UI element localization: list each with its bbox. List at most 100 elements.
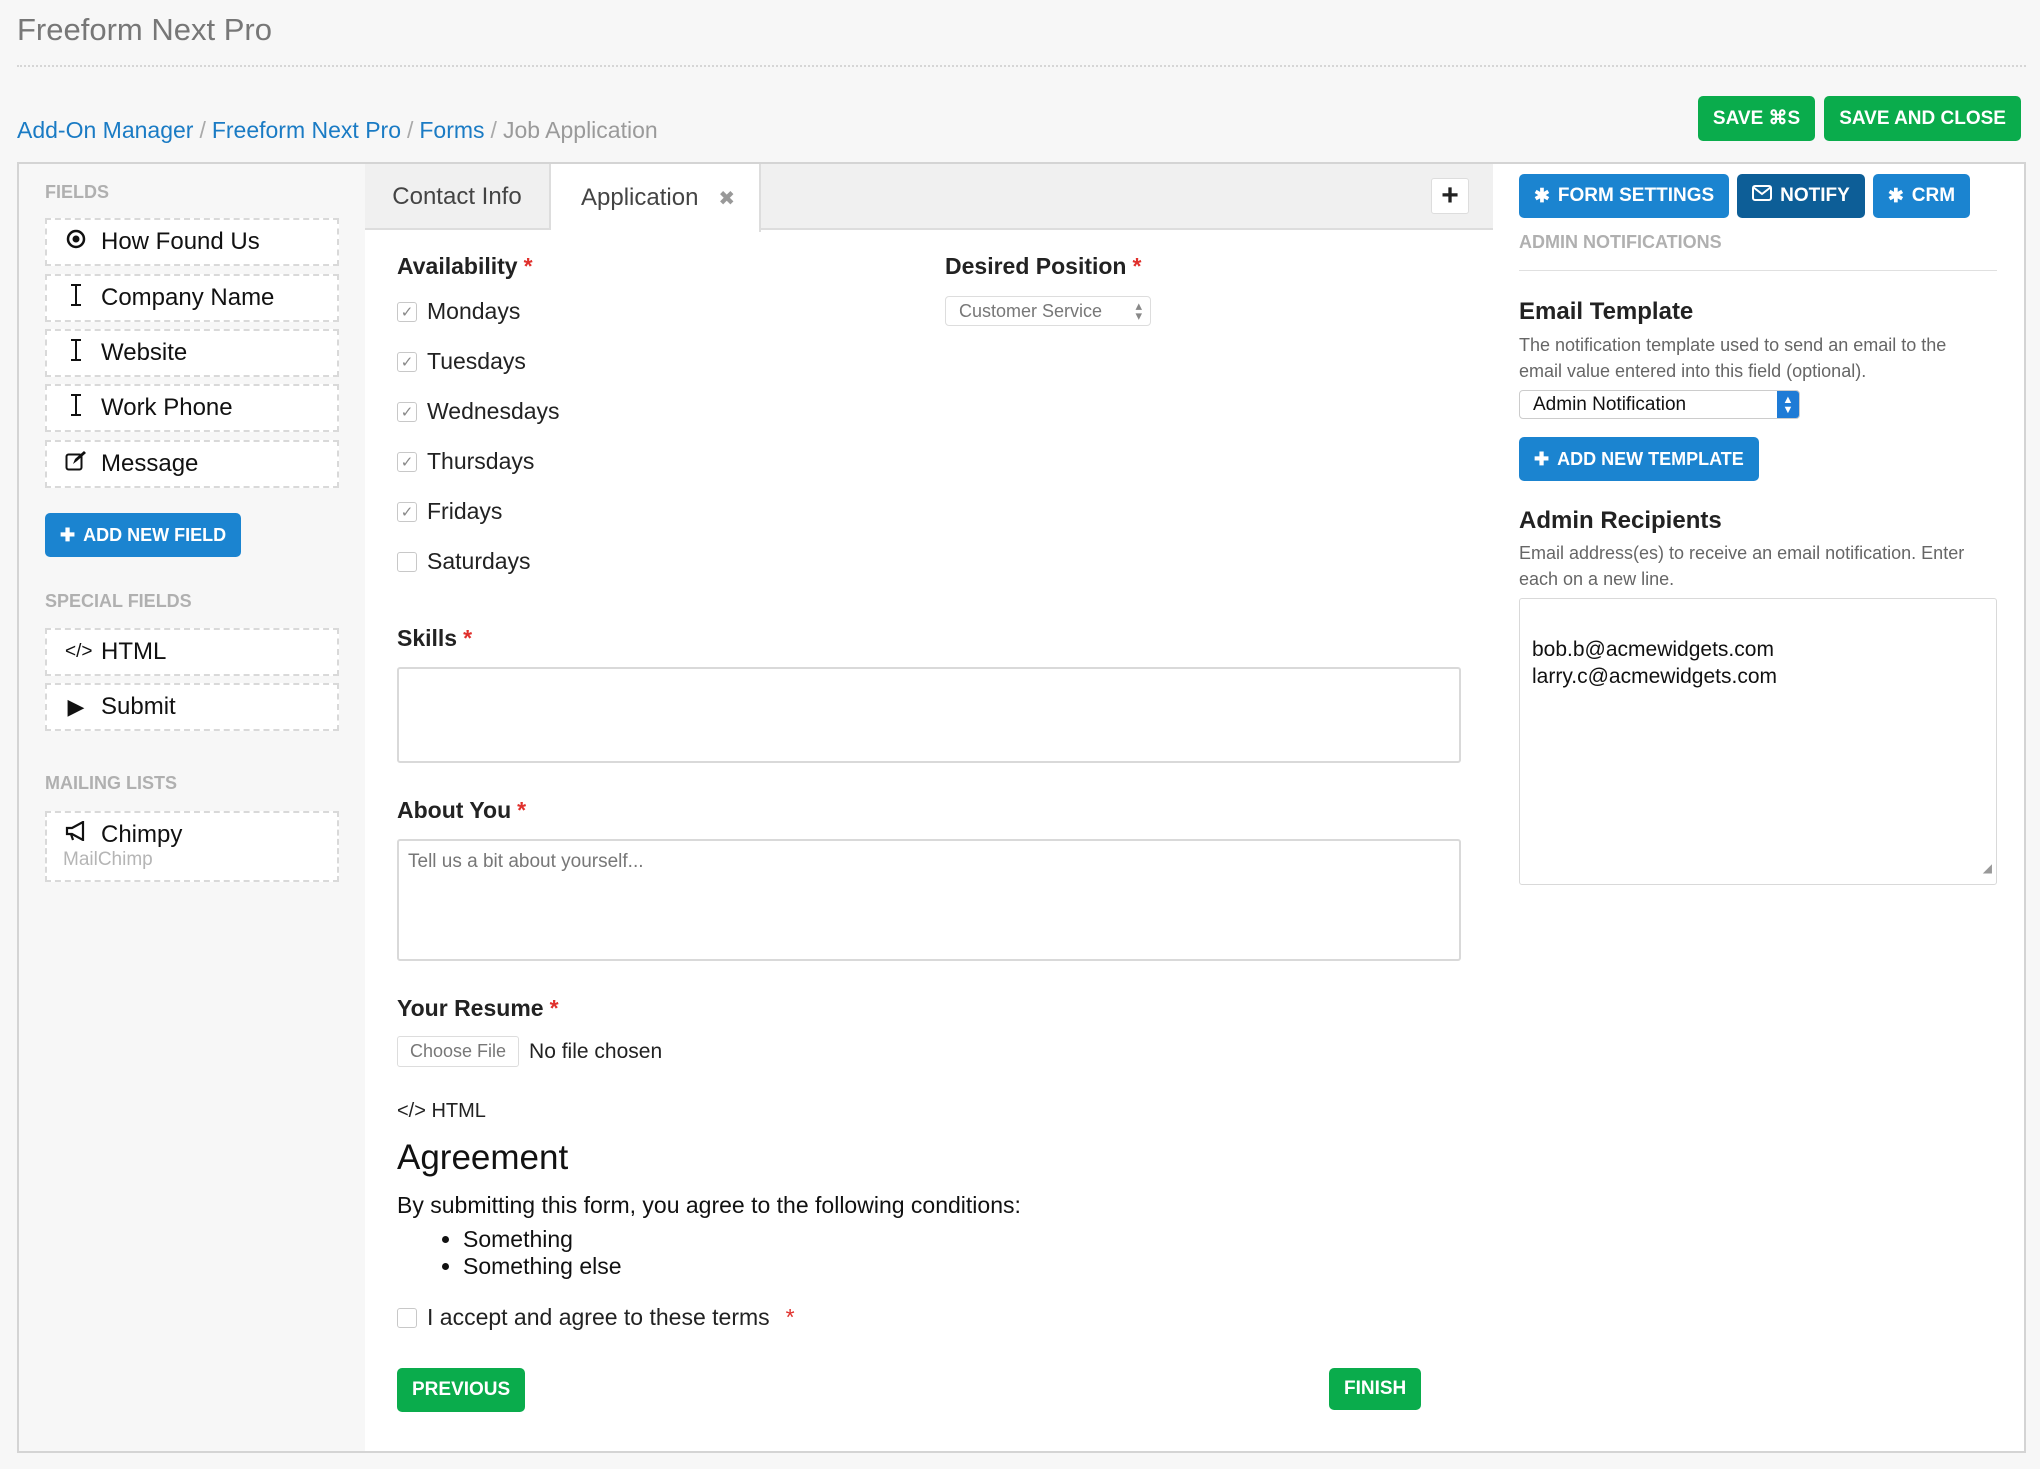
radio-icon [65,229,87,255]
admin-recipients-desc: Email address(es) to receive an email no… [1519,543,1965,589]
field-label: Work Phone [101,394,233,421]
availability-option[interactable]: ✓ Wednesdays [397,398,560,425]
breadcrumb-addon-manager[interactable]: Add-On Manager [17,117,193,143]
chevron-updown-icon: ▴ ▾ [1135,298,1142,323]
text-cursor-icon [65,393,87,423]
save-button[interactable]: SAVE ⌘S [1697,96,1816,141]
select-value: Admin Notification [1533,393,1687,415]
breadcrumb-forms[interactable]: Forms [419,117,484,143]
field-sublabel: MailChimp [63,849,153,870]
field-how-found-us[interactable]: How Found Us [45,218,339,266]
availability-option[interactable]: ✓ Tuesdays [397,348,526,375]
notify-tab[interactable]: NOTIFY [1737,174,1865,218]
required-marker: * [785,1304,795,1330]
field-submit[interactable]: ▶ Submit [45,683,339,731]
option-label: Tuesdays [427,348,526,374]
field-chimpy[interactable]: Chimpy MailChimp [45,811,339,882]
resize-grip-icon[interactable]: ◢ [1983,855,1992,882]
finish-button[interactable]: FINISH [1329,1368,1422,1410]
text-cursor-icon [65,338,87,368]
tab-application[interactable]: Application ✖ [551,164,761,232]
required-marker: * [517,797,527,823]
field-label: Chimpy [101,821,183,848]
availability-option[interactable]: ✓ Mondays [397,298,520,325]
crm-tab[interactable]: ✱ CRM [1872,174,1971,218]
checkbox-checked[interactable]: ✓ [397,351,417,372]
email-template-title: Email Template [1519,298,1694,325]
availability-option[interactable]: ✓ Fridays [397,498,502,525]
agreement-text: By submitting this form, you agree to th… [397,1192,1021,1218]
agreement-title: Agreement [397,1138,569,1177]
title-divider [17,65,2026,67]
file-status: No file chosen [529,1039,663,1063]
recipients-value: bob.b@acmewidgets.com larry.c@acmewidget… [1532,638,1777,688]
special-fields-label: SPECIAL FIELDS [45,591,192,611]
field-html[interactable]: </> HTML [45,628,339,676]
field-label: Message [101,450,199,477]
select-value: Customer Service [959,300,1103,321]
fields-section-label: FIELDS [45,182,110,202]
tab-label: Application [581,184,699,211]
list-item: Something else [463,1253,622,1280]
tab-label: Contact Info [392,183,522,210]
field-label: Company Name [101,284,275,311]
add-new-field-button[interactable]: ✚ ADD NEW FIELD [45,513,242,557]
required-marker: * [523,253,533,279]
skills-input[interactable] [397,667,1461,763]
availability-option[interactable]: Saturdays [397,548,531,575]
edit-icon [65,451,87,477]
field-label: HTML [101,638,167,665]
desired-position-select[interactable]: Customer Service ▴ ▾ [945,296,1151,326]
button-label: ADD NEW FIELD [83,524,227,545]
about-you-textarea[interactable]: Tell us a bit about yourself... [397,839,1461,961]
checkbox-checked[interactable]: ✓ [397,301,417,322]
desired-position-label: Desired Position * [945,253,1142,279]
add-page-button[interactable]: + [1431,178,1469,214]
required-marker: * [1132,253,1142,279]
checkbox-checked[interactable]: ✓ [397,501,417,522]
mailing-lists-label: MAILING LISTS [45,773,177,793]
button-label: FORM SETTINGS [1557,185,1715,206]
checkbox-unchecked[interactable] [397,551,417,572]
previous-button[interactable]: PREVIOUS [397,1368,526,1412]
choose-file-button[interactable]: Choose File [397,1036,520,1067]
add-new-template-button[interactable]: ✚ ADD NEW TEMPLATE [1519,437,1759,481]
admin-notifications-label: ADMIN NOTIFICATIONS [1519,232,1722,252]
email-template-select[interactable]: Admin Notification ▲ ▼ [1519,390,1800,419]
code-icon: </> [397,1100,426,1122]
tab-contact-info[interactable]: Contact Info [365,164,551,230]
chevron-updown-icon: ▲ ▼ [1777,391,1799,418]
save-and-close-button[interactable]: SAVE AND CLOSE [1824,96,2021,141]
breadcrumb-freeform[interactable]: Freeform Next Pro [212,117,401,143]
required-marker: * [549,995,559,1021]
availability-option[interactable]: ✓ Thursdays [397,448,534,475]
gear-icon: ✱ [1887,185,1904,207]
code-icon: </> [65,641,93,662]
form-settings-tab[interactable]: ✱ FORM SETTINGS [1519,174,1730,218]
admin-recipients-textarea[interactable]: bob.b@acmewidgets.com larry.c@acmewidget… [1519,598,1997,885]
list-item: Something [463,1226,622,1253]
field-work-phone[interactable]: Work Phone [45,384,339,432]
checkbox-unchecked[interactable] [397,1307,417,1328]
required-marker: * [463,625,473,651]
email-template-desc: The notification template used to send a… [1519,335,1947,381]
field-message[interactable]: Message [45,440,339,488]
field-label: How Found Us [101,228,260,255]
accept-terms-row[interactable]: I accept and agree to these terms * [397,1304,795,1331]
breadcrumb-separator: / [199,117,206,143]
checkbox-checked[interactable]: ✓ [397,401,417,422]
resume-label: Your Resume * [397,995,559,1021]
field-company-name[interactable]: Company Name [45,274,339,322]
close-icon[interactable]: ✖ [718,186,735,211]
checkbox-checked[interactable]: ✓ [397,451,417,472]
breadcrumb-separator: / [490,117,497,143]
field-palette: FIELDS How Found Us Company Name Website… [19,164,365,1451]
field-website[interactable]: Website [45,329,339,377]
agreement-list: Something Something else [463,1226,622,1280]
html-block-label: </> HTML [397,1100,486,1122]
settings-tabs: ✱ FORM SETTINGS NOTIFY ✱ CRM [1519,174,1971,218]
admin-recipients-title: Admin Recipients [1519,507,1722,534]
envelope-icon [1752,185,1773,207]
text-cursor-icon [65,283,87,313]
page-tabbar: Contact Info Application ✖ + [365,164,1493,232]
